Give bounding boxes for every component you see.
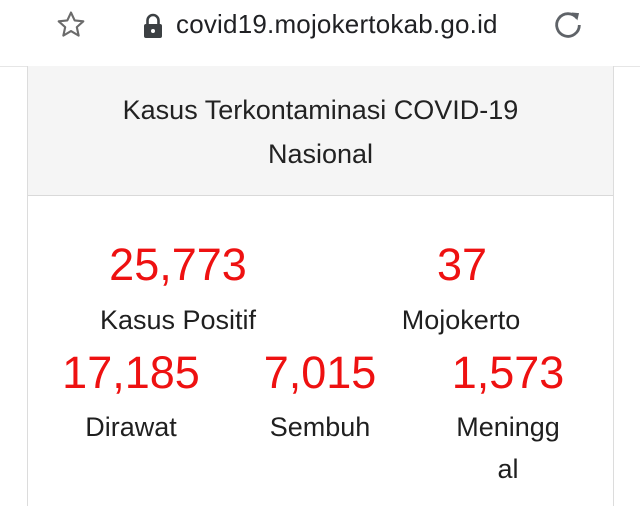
star-icon[interactable]: [54, 8, 88, 42]
dirawat-value: 17,185: [62, 347, 200, 398]
lock-icon[interactable]: [142, 13, 164, 39]
browser-url-bar: covid19.mojokertokab.go.id: [0, 0, 640, 67]
kasus-positif-value: 25,773: [109, 239, 247, 290]
kasus-positif-label: Kasus Positif: [99, 305, 257, 335]
mojokerto-value: 37: [436, 239, 488, 290]
card-title-line-1: Kasus Terkontaminasi COVID-19: [122, 95, 519, 125]
url-text[interactable]: covid19.mojokertokab.go.id: [176, 9, 498, 40]
dirawat-label: Dirawat: [85, 412, 177, 442]
card-header: Kasus Terkontaminasi COVID-19 Nasional: [28, 66, 613, 196]
sembuh-label: Sembuh: [269, 412, 371, 442]
mojokerto-label: Mojokerto: [401, 305, 521, 335]
meninggal-label-line-1: Meningg: [456, 412, 560, 442]
sembuh-value: 7,015: [263, 347, 377, 398]
card-title-line-2: Nasional: [267, 139, 374, 169]
reload-icon[interactable]: [551, 8, 585, 42]
card-title: Kasus Terkontaminasi COVID-19 Nasional: [28, 88, 613, 176]
meninggal-value: 1,573: [451, 347, 565, 398]
meninggal-label-line-2: al: [497, 454, 519, 484]
